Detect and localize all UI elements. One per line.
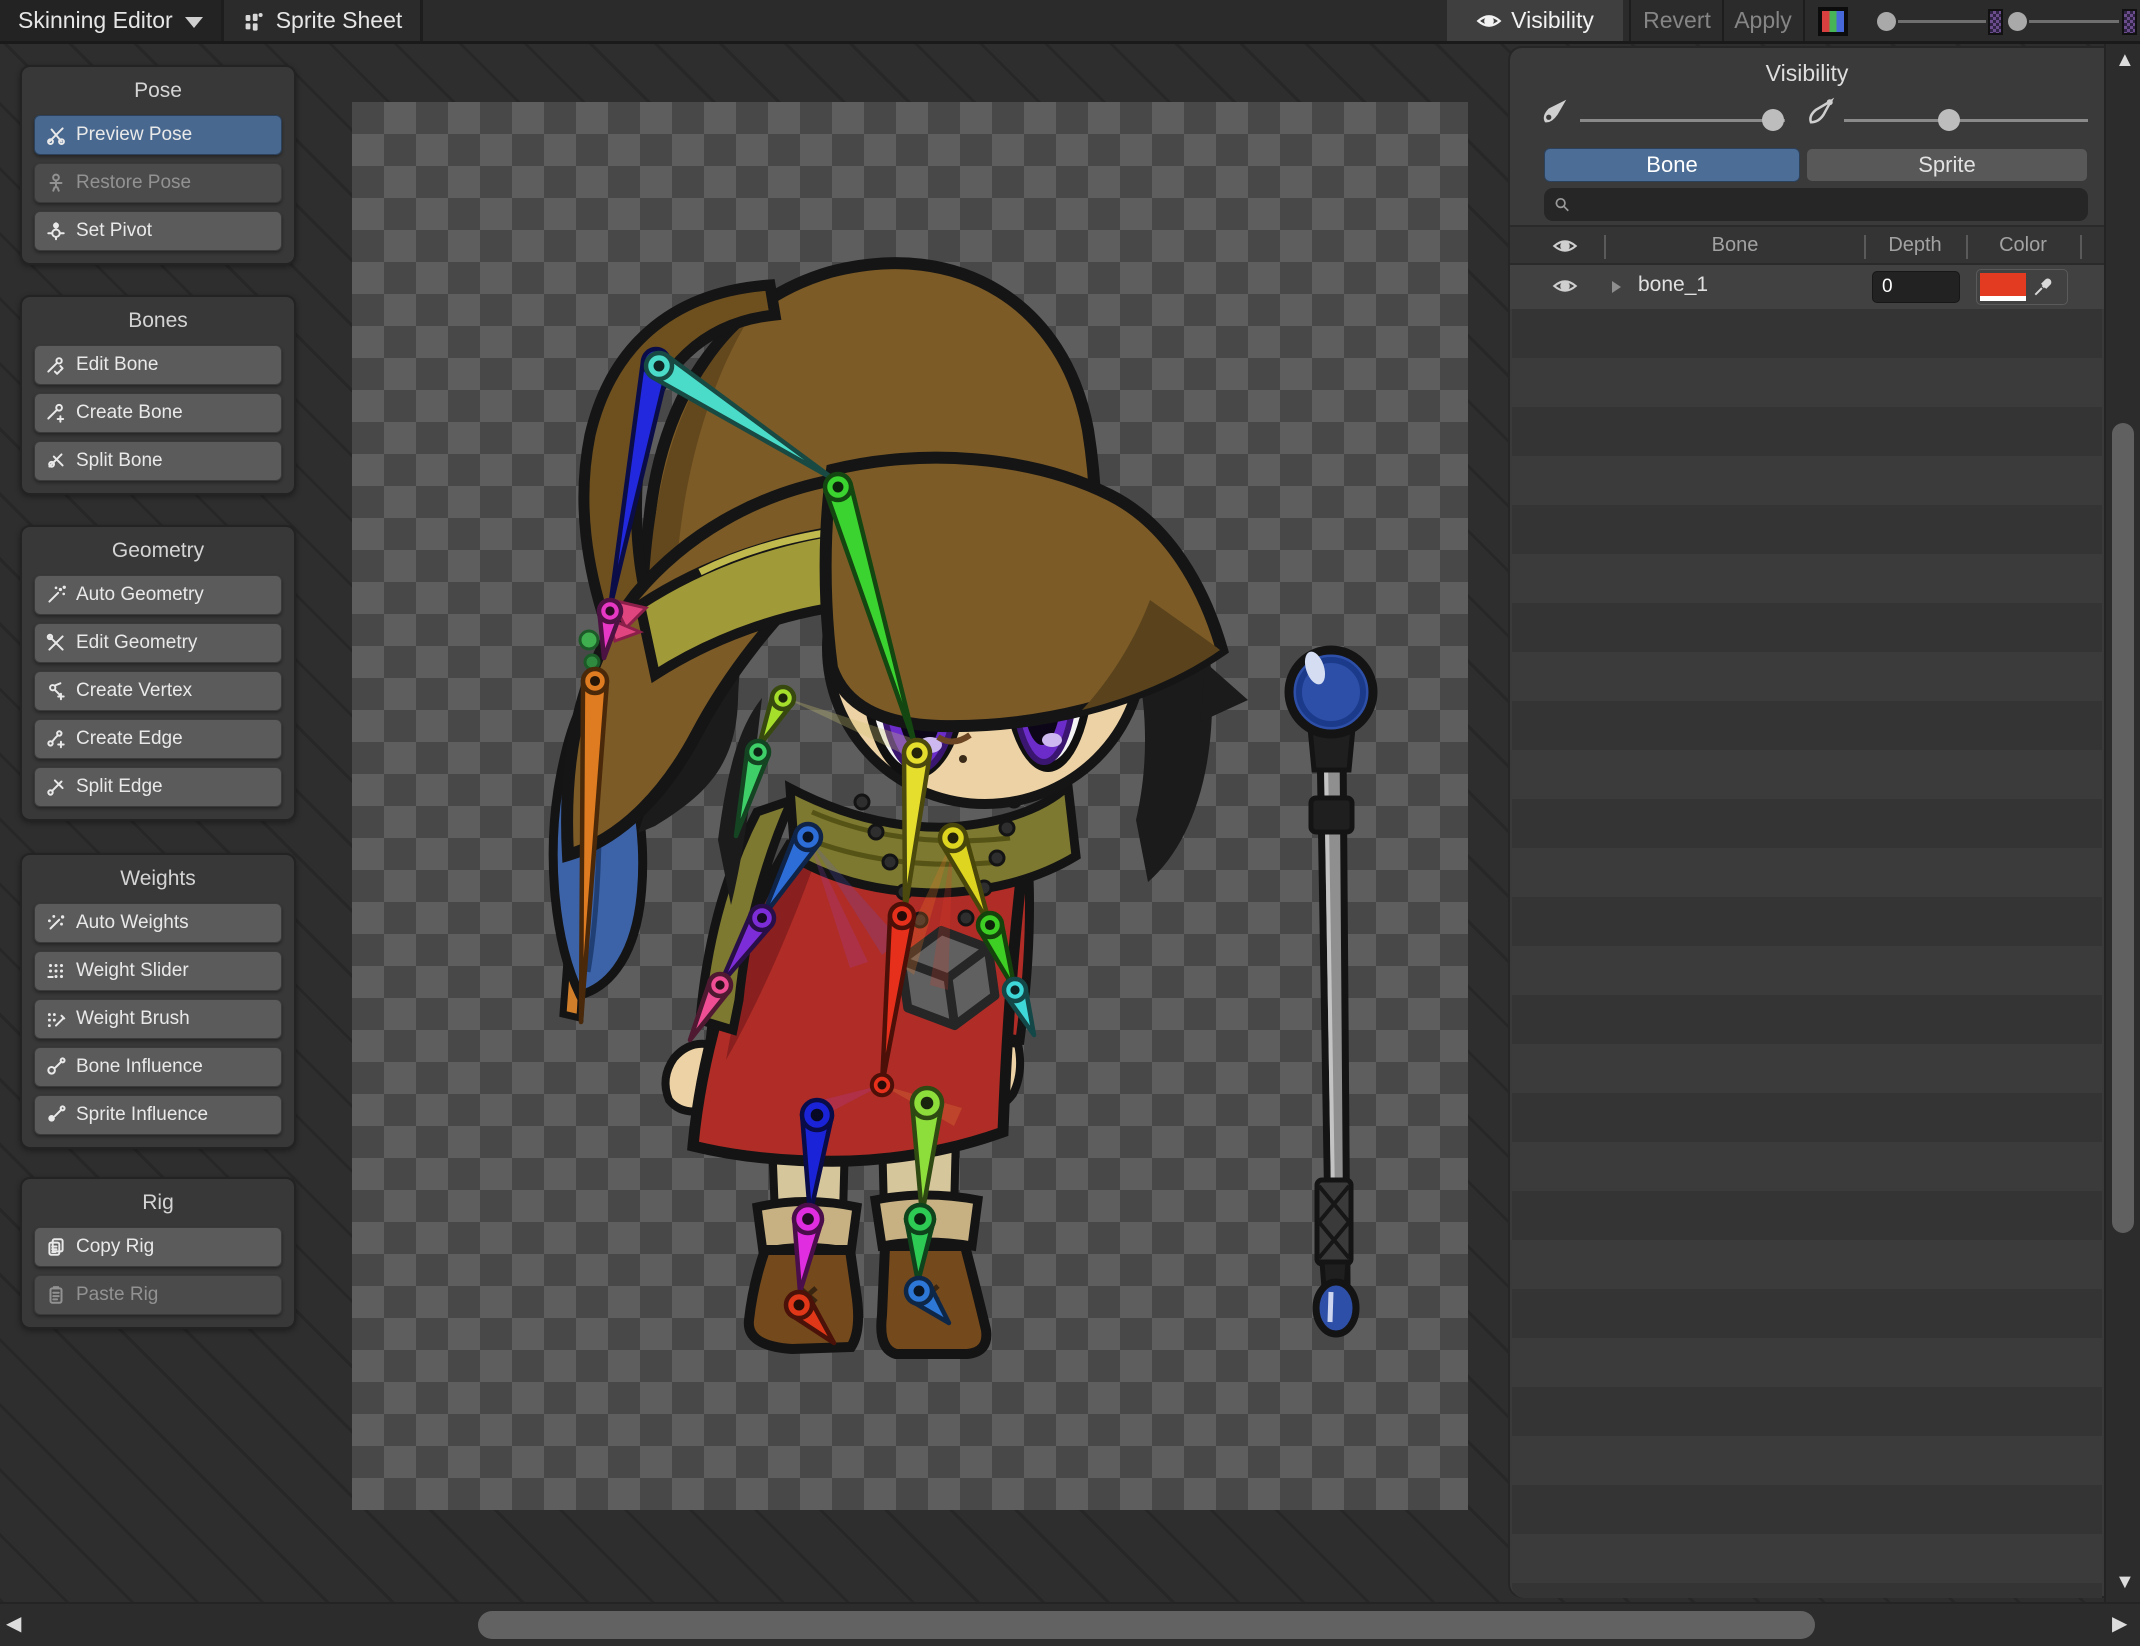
sprite-sheet-opacity-handle[interactable] [1877, 12, 1896, 31]
visibility-column-eye-icon[interactable] [1552, 236, 1578, 262]
group-title: Bones [128, 309, 188, 332]
top-toolbar: Skinning Editor Sprite Sheet Visibility [0, 0, 2140, 44]
bone-visibility-eye-icon[interactable] [1552, 276, 1578, 302]
column-color[interactable]: Color [1968, 234, 2078, 257]
restore-pose-icon [49, 173, 63, 192]
eye-icon [1476, 14, 1502, 27]
bone-opacity-icon [1540, 96, 1570, 131]
sprite-influence-button[interactable]: Sprite Influence [34, 1095, 282, 1135]
mesh-opacity-handle[interactable] [2008, 12, 2027, 31]
split-bone-button[interactable]: Split Bone [34, 441, 282, 481]
auto-weights-icon [47, 914, 65, 930]
split-edge-icon [47, 779, 64, 796]
bone-color-widget[interactable] [1976, 269, 2068, 305]
tab-bone[interactable]: Bone [1544, 148, 1800, 182]
search-box [1544, 188, 2088, 221]
preview-pose-button[interactable]: Preview Pose [34, 115, 282, 155]
visibility-label: Visibility [1511, 7, 1594, 33]
preview-pose-icon [47, 127, 65, 146]
edit-bone-button[interactable]: Edit Bone [34, 345, 282, 385]
geometry-group: Geometry Auto Geometry Edit Geometry Cre… [20, 525, 296, 821]
auto-geometry-icon [48, 585, 66, 603]
revert-button[interactable]: Revert [1634, 0, 1720, 41]
bone-influence-icon [47, 1057, 66, 1075]
bone-name: bone_1 [1638, 273, 1709, 296]
bone-list-empty-rows [1512, 309, 2102, 1598]
search-input[interactable] [1579, 192, 2078, 217]
weight-brush-button[interactable]: Weight Brush [34, 999, 282, 1039]
edit-geometry-button[interactable]: Edit Geometry [34, 623, 282, 663]
sprite-canvas[interactable] [352, 102, 1468, 1510]
sprite-color-chip[interactable] [1818, 7, 1848, 36]
create-edge-icon [47, 730, 65, 749]
scroll-down-icon[interactable]: ▼ [2115, 1572, 2135, 1592]
set-pivot-button[interactable]: Set Pivot [34, 211, 282, 251]
depth-input[interactable] [1872, 271, 1960, 303]
group-title: Weights [120, 867, 196, 890]
sprite-opacity-icon [1806, 96, 1836, 131]
copy-rig-button[interactable]: Copy Rig [34, 1227, 282, 1267]
group-title: Geometry [111, 539, 205, 562]
bone-table-header: Bone Depth Color [1510, 225, 2104, 265]
visibility-panel: Visibility Bone Sprite Bone Depth Color [1508, 46, 2104, 1598]
paste-rig-icon [49, 1286, 63, 1304]
restore-pose-button[interactable]: Restore Pose [34, 163, 282, 203]
pose-group: Pose Preview Pose Restore Pose Set Pivot [20, 65, 296, 265]
create-vertex-button[interactable]: Create Vertex [34, 671, 282, 711]
weight-slider-button[interactable]: Weight Slider [34, 951, 282, 991]
group-title: Rig [142, 1191, 174, 1214]
bone-influence-button[interactable]: Bone Influence [34, 1047, 282, 1087]
horizontal-scrollbar[interactable]: ◀ ▶ [0, 1602, 2140, 1646]
copy-rig-icon [48, 1238, 64, 1256]
expand-caret-icon[interactable] [1608, 278, 1624, 302]
sprite-sheet-opacity-track[interactable] [1898, 20, 1986, 23]
bone-row[interactable]: bone_1 [1510, 265, 2104, 309]
split-edge-button[interactable]: Split Edge [34, 767, 282, 807]
bones-group: Bones Edit Bone Create Bone Split Bone [20, 295, 296, 495]
paste-rig-button[interactable]: Paste Rig [34, 1275, 282, 1315]
vertical-scrollbar[interactable]: ▲ ▼ [2104, 44, 2140, 1602]
create-edge-button[interactable]: Create Edge [34, 719, 282, 759]
scroll-left-icon[interactable]: ◀ [6, 1614, 21, 1634]
eyedropper-icon[interactable] [2032, 276, 2054, 298]
weight-slider-icon [47, 963, 64, 979]
sprite-opacity-slider[interactable] [1844, 119, 2088, 122]
tab-sprite[interactable]: Sprite [1806, 148, 2088, 182]
group-title: Pose [134, 79, 182, 102]
mesh-opacity-track[interactable] [2029, 20, 2119, 23]
weights-group: Weights Auto Weights Weight Slider Weigh… [20, 853, 296, 1149]
auto-geometry-button[interactable]: Auto Geometry [34, 575, 282, 615]
horizontal-scrollbar-thumb[interactable] [478, 1611, 1815, 1639]
create-vertex-icon [49, 682, 65, 701]
column-depth[interactable]: Depth [1866, 234, 1964, 257]
bone-color-swatch[interactable] [1980, 273, 2026, 301]
column-bone[interactable]: Bone [1606, 234, 1864, 257]
set-pivot-icon [47, 222, 65, 241]
bone-opacity-slider[interactable] [1580, 119, 1785, 122]
vertical-scrollbar-thumb[interactable] [2112, 423, 2134, 1233]
weight-brush-icon [47, 1013, 66, 1028]
mesh-opacity-icon [2122, 9, 2137, 35]
rig-group: Rig Copy Rig Paste Rig [20, 1177, 296, 1329]
sprite-influence-icon [48, 1105, 66, 1122]
search-icon [1555, 197, 1569, 211]
sprite-sheet-opacity-icon [1988, 9, 2003, 35]
create-bone-button[interactable]: Create Bone [34, 393, 282, 433]
visibility-toggle-button[interactable]: Visibility [1447, 0, 1623, 41]
split-bone-icon [48, 453, 64, 468]
scroll-right-icon[interactable]: ▶ [2112, 1614, 2127, 1634]
toolbar-divider [1629, 0, 1631, 41]
visibility-panel-title: Visibility [1765, 60, 1849, 86]
toolbar-divider [1803, 0, 1805, 41]
apply-button[interactable]: Apply [1726, 0, 1800, 41]
toolbar-divider [1722, 0, 1724, 41]
create-bone-icon [47, 403, 65, 423]
auto-weights-button[interactable]: Auto Weights [34, 903, 282, 943]
edit-geometry-icon [46, 633, 64, 651]
sprite-opacity-handle[interactable] [1938, 109, 1960, 131]
edit-bone-icon [47, 357, 64, 375]
scroll-up-icon[interactable]: ▲ [2115, 50, 2135, 70]
bone-opacity-handle[interactable] [1762, 109, 1784, 131]
